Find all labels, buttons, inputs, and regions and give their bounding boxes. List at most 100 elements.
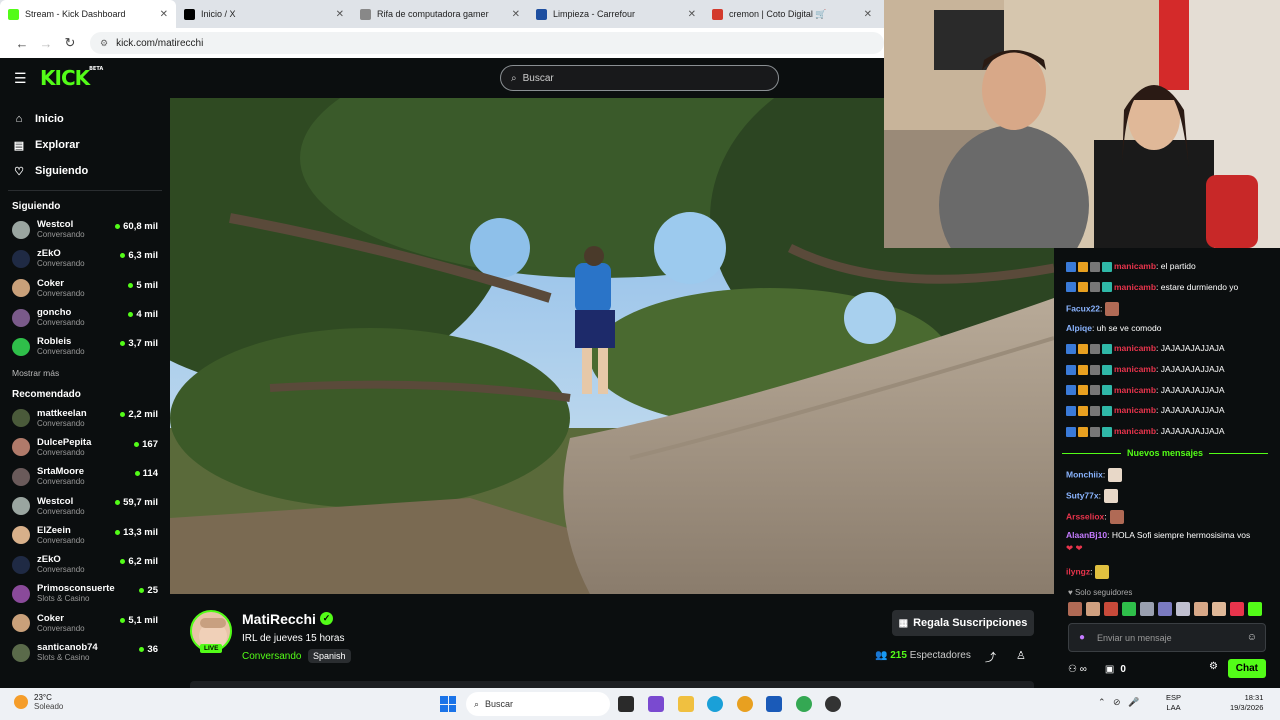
emote-icon[interactable] [1122, 602, 1136, 616]
chat-username[interactable]: manicamb [1114, 426, 1156, 436]
sidebar-channel[interactable]: Primosconsuerte Slots & Casino 25 [0, 579, 170, 608]
keyboard-language[interactable]: ESP LAA [1166, 693, 1181, 713]
sidebar-channel[interactable]: goncho Conversando 4 mil [0, 303, 170, 332]
emote-icon[interactable] [1158, 602, 1172, 616]
task-view-icon[interactable] [618, 696, 634, 712]
chat-username[interactable]: ilyngz [1066, 566, 1090, 576]
emote-icon[interactable] [1212, 602, 1226, 616]
nav-siguiendo[interactable]: ♡ Siguiendo [0, 158, 170, 184]
windows-start-icon[interactable] [440, 696, 456, 712]
emote-icon[interactable] [1230, 602, 1244, 616]
chat-message: manicamb: JAJAJAJAJJAJA [1066, 343, 1276, 355]
emote-icon[interactable] [1194, 602, 1208, 616]
store-icon[interactable] [766, 696, 782, 712]
chat-username[interactable]: Alpiqe [1066, 323, 1092, 333]
live-dot-icon [120, 617, 126, 623]
clock[interactable]: 18:31 19/3/2026 [1230, 693, 1263, 713]
stream-category[interactable]: Conversando [242, 651, 301, 662]
gift-subscriptions-button[interactable]: ▦ Regala Suscripciones [892, 610, 1034, 636]
chat-username[interactable]: AlaanBj10 [1066, 530, 1107, 540]
chat-username[interactable]: manicamb [1114, 385, 1156, 395]
chat-settings-icon[interactable]: ⚙ [1209, 661, 1218, 672]
emote-icon[interactable] [1140, 602, 1154, 616]
chat-username[interactable]: Facux22 [1066, 303, 1100, 313]
file-explorer-icon[interactable] [678, 696, 694, 712]
chat-username[interactable]: Arsseliox [1066, 511, 1104, 521]
taskbar-search[interactable]: ⌕ Buscar [466, 692, 610, 716]
broadcaster-name[interactable]: MatiRecchi [242, 611, 316, 627]
forward-icon[interactable]: → [34, 36, 58, 51]
show-more-link[interactable]: Mostrar más [0, 361, 170, 385]
reload-icon[interactable]: ↻ [58, 35, 82, 51]
copilot-icon[interactable] [648, 696, 664, 712]
viewer-count: 2,2 mil [128, 409, 158, 421]
browser-tab[interactable]: Limpieza - Carrefour ✕ [528, 0, 704, 28]
chat-username[interactable]: manicamb [1114, 405, 1156, 415]
sidebar-channel[interactable]: ElZeein Conversando 13,3 mil [0, 521, 170, 550]
chat-username[interactable]: manicamb [1114, 364, 1156, 374]
browser-tab[interactable]: Inicio / X ✕ [176, 0, 352, 28]
emote-icon[interactable] [1176, 602, 1190, 616]
site-info-icon[interactable]: ⚙ [100, 38, 108, 49]
url-field[interactable]: ⚙ kick.com/matirecchi [90, 32, 884, 54]
sidebar-channel[interactable]: Westcol Conversando 59,7 mil [0, 491, 170, 520]
emote-icon[interactable] [1086, 602, 1100, 616]
close-tab-icon[interactable]: ✕ [512, 9, 520, 20]
browser-tab[interactable]: Rifa de computadora gamer ✕ [352, 0, 528, 28]
close-tab-icon[interactable]: ✕ [688, 9, 696, 20]
chat-send-button[interactable]: Chat [1227, 659, 1266, 678]
sidebar-channel[interactable]: zEkO Conversando 6,2 mil [0, 550, 170, 579]
kick-logo[interactable]: KICKBETA [40, 66, 103, 90]
chat-username[interactable]: Suty77x [1066, 490, 1099, 500]
search-input[interactable]: ⌕ Buscar [500, 65, 779, 91]
chat-message: manicamb: JAJAJAJAJJAJA [1066, 364, 1276, 375]
sidebar-channel[interactable]: Coker Conversando 5 mil [0, 274, 170, 303]
emoji-icon[interactable]: ☺ [1247, 632, 1257, 643]
channel-text: DulcePepita Conversando [37, 437, 91, 458]
chat-username[interactable]: manicamb [1114, 343, 1156, 353]
close-tab-icon[interactable]: ✕ [160, 9, 168, 20]
sidebar-channel[interactable]: Robleis Conversando 3,7 mil [0, 332, 170, 361]
emote-icon[interactable] [1104, 602, 1118, 616]
browser-tab[interactable]: cremon | Coto Digital 🛒 ✕ [704, 0, 880, 28]
chat-input[interactable]: ● Enviar un mensaje ☺ [1068, 623, 1266, 652]
channel-points-icon[interactable]: ⚇ ∞ [1068, 664, 1087, 675]
info-panel-edge [190, 681, 1034, 688]
sidebar-channel[interactable]: SrtaMoore Conversando 114 [0, 462, 170, 491]
chrome-profile-icon[interactable] [796, 696, 812, 712]
microphone-icon[interactable]: ● [1079, 632, 1085, 643]
sidebar-channel[interactable]: zEkO Conversando 6,3 mil [0, 244, 170, 273]
share-icon[interactable]: ⤴ [985, 649, 996, 665]
gift-box-icon[interactable]: ▣ [1105, 664, 1114, 675]
chat-text: : HOLA Sofi siempre hermosisima vos [1107, 530, 1251, 540]
close-tab-icon[interactable]: ✕ [864, 9, 872, 20]
chrome-icon[interactable] [737, 696, 753, 712]
channel-name: zEkO [37, 248, 61, 260]
obs-icon[interactable] [825, 696, 841, 712]
sidebar-channel[interactable]: DulcePepita Conversando 167 [0, 433, 170, 462]
edge-icon[interactable] [707, 696, 723, 712]
date: 19/3/2026 [1230, 703, 1264, 712]
sidebar-channel[interactable]: mattkeelan Conversando 2,2 mil [0, 403, 170, 432]
chat-username[interactable]: manicamb [1114, 282, 1156, 292]
following-heading: Siguiendo [12, 200, 61, 212]
language-tag[interactable]: Spanish [308, 649, 351, 663]
back-icon[interactable]: ← [10, 36, 34, 51]
nav-explorar[interactable]: ▤ Explorar [0, 132, 170, 158]
chat-username[interactable]: Monchiix [1066, 469, 1103, 479]
emote-icon[interactable] [1248, 602, 1262, 616]
follow-icon[interactable]: ♙ [1016, 649, 1026, 662]
system-tray[interactable]: ⌃ ⊘ 🎤 [1098, 697, 1139, 708]
sidebar-channel[interactable]: Coker Conversando 5,1 mil [0, 609, 170, 638]
nav-inicio[interactable]: ⌂ Inicio [0, 106, 170, 132]
weather-widget[interactable]: 23°C Soleado [14, 693, 63, 711]
browser-tab[interactable]: Stream - Kick Dashboard ✕ [0, 0, 176, 28]
sun-icon [14, 695, 28, 709]
sidebar-channel[interactable]: santicanob74 Slots & Casino 36 [0, 638, 170, 667]
chat-text: : JAJAJAJAJJAJA [1156, 343, 1225, 354]
close-tab-icon[interactable]: ✕ [336, 9, 344, 20]
sidebar-channel[interactable]: Westcol Conversando 60,8 mil [0, 215, 170, 244]
emote-icon[interactable] [1068, 602, 1082, 616]
chat-username[interactable]: manicamb [1114, 261, 1156, 271]
menu-icon[interactable]: ☰ [14, 70, 27, 87]
